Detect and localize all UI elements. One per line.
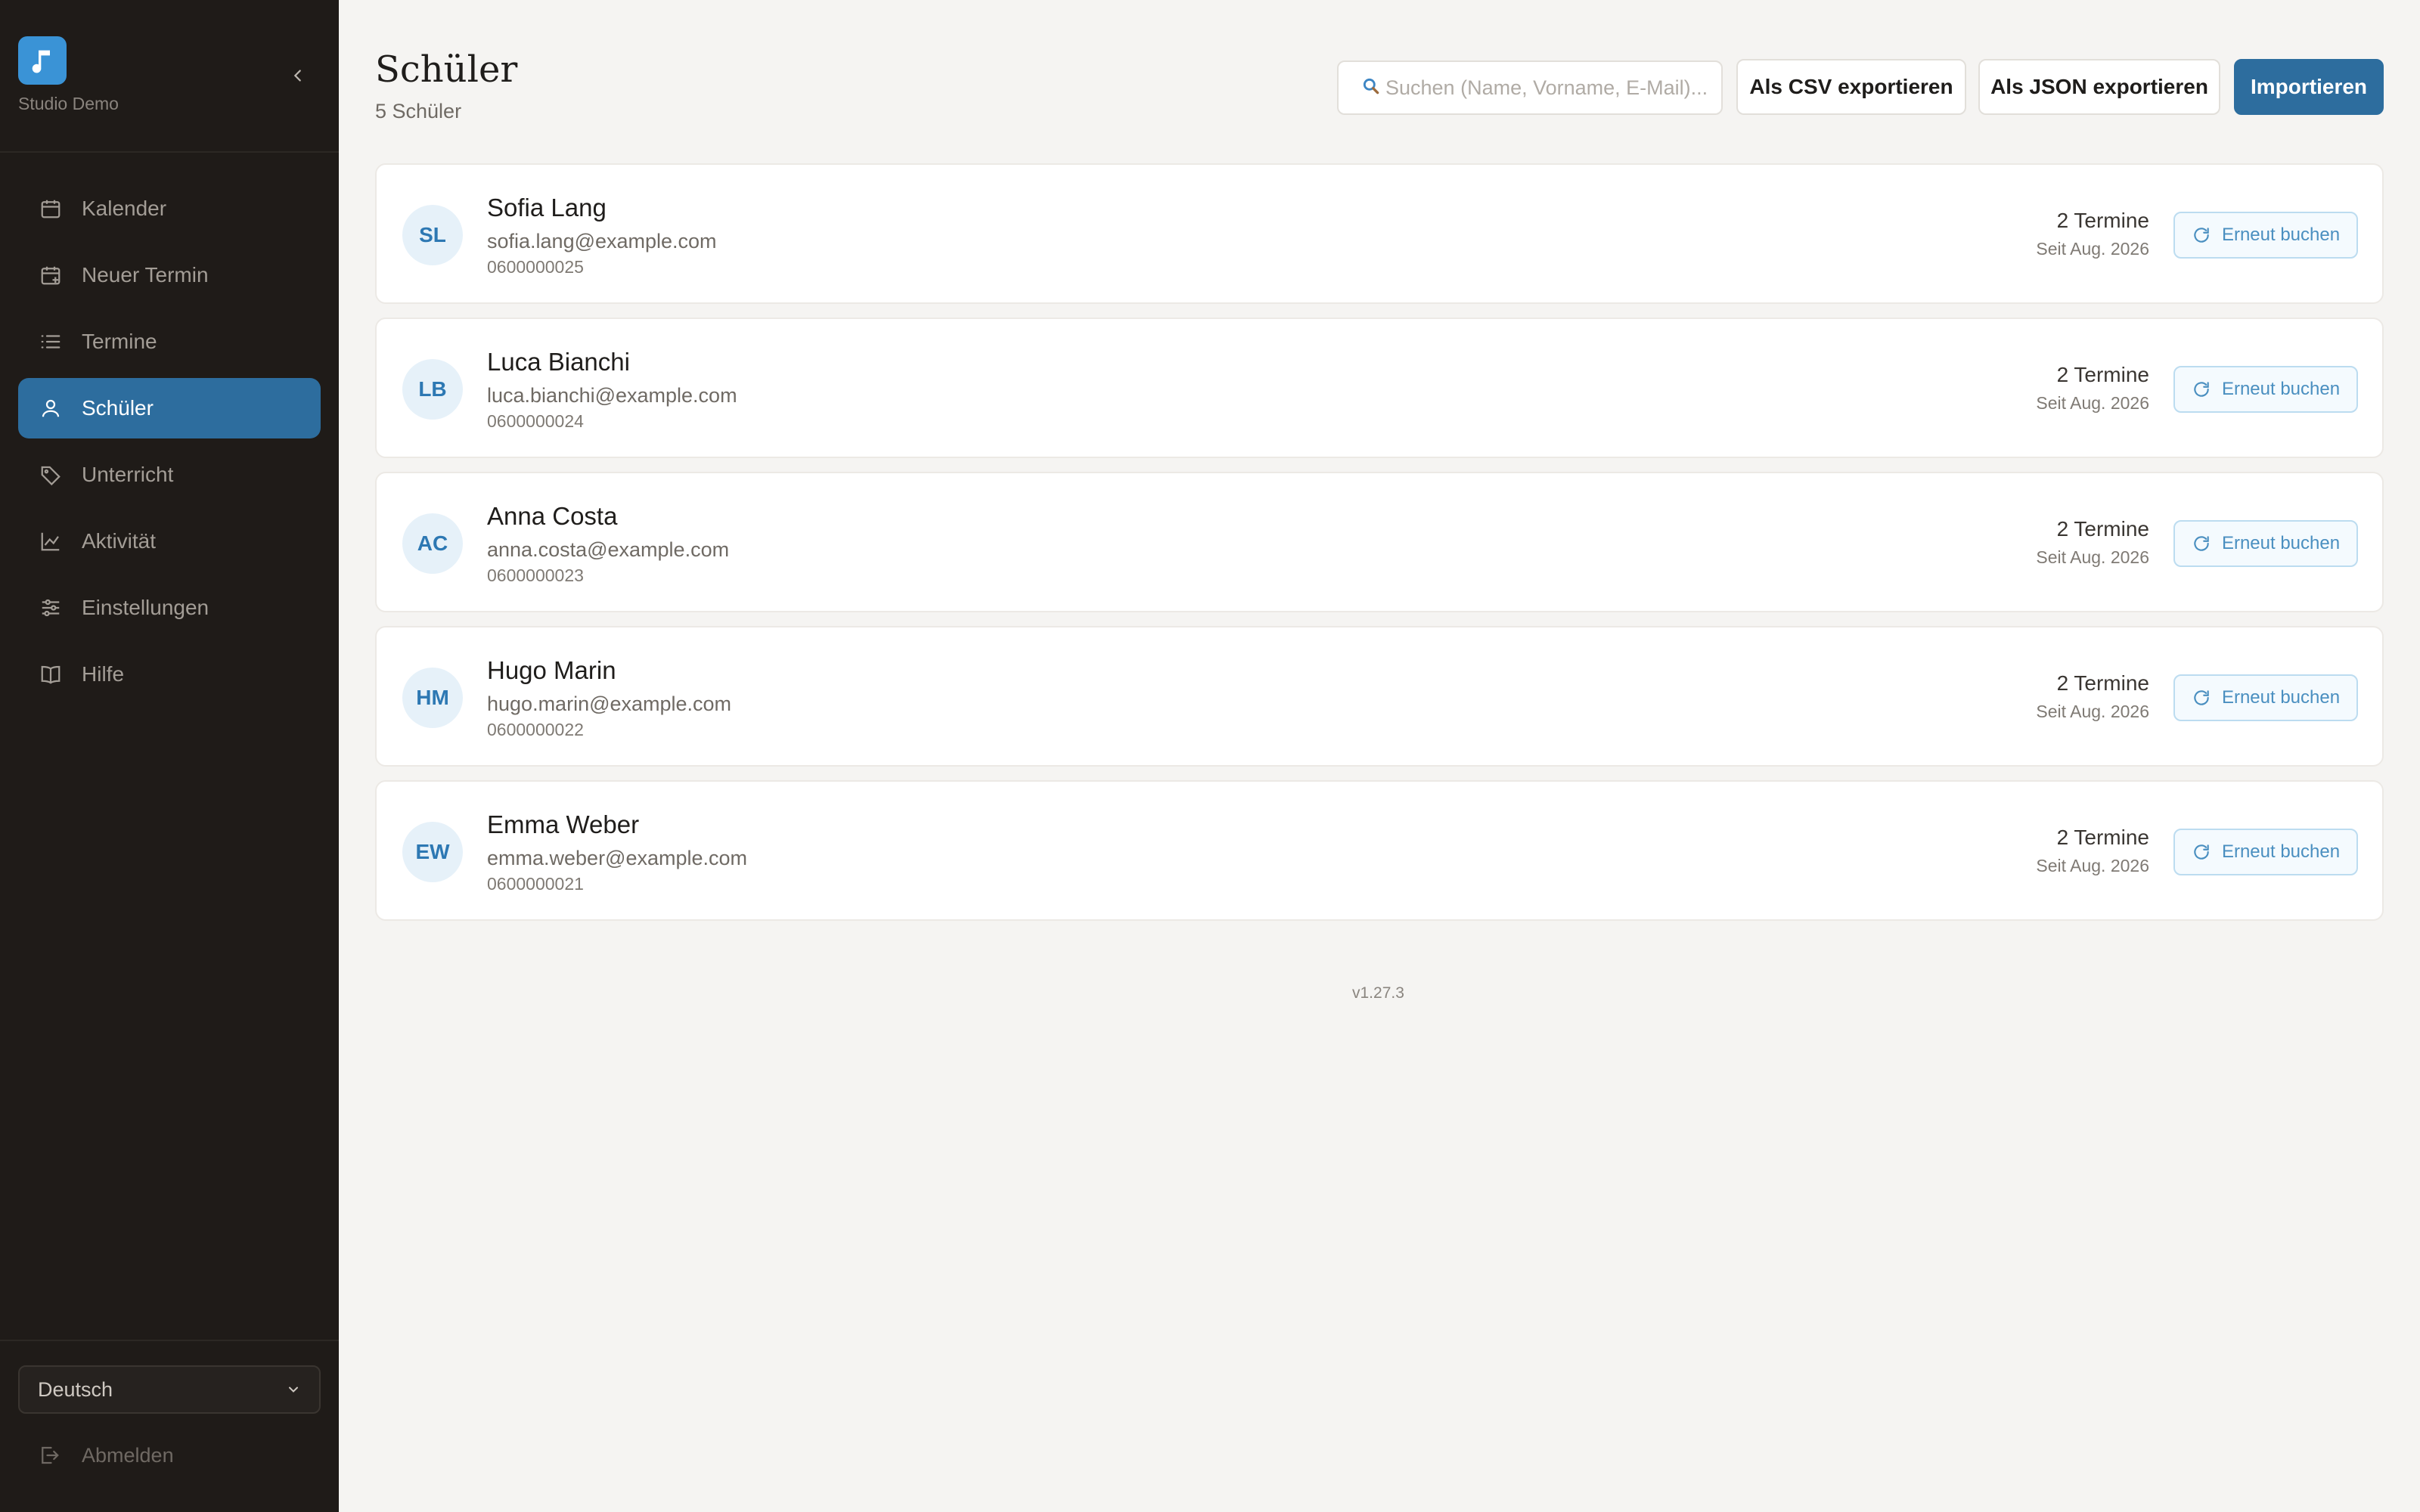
list-item[interactable]: EW Emma Weber emma.weber@example.com 060…: [375, 780, 2384, 921]
member-since: Seit Aug. 2026: [2036, 393, 2149, 413]
rebook-button[interactable]: Erneut buchen: [2173, 674, 2358, 721]
sliders-icon: [38, 595, 64, 621]
sidebar-item-hilfe[interactable]: Hilfe: [18, 644, 321, 705]
student-name: Luca Bianchi: [487, 348, 630, 376]
rebook-label: Erneut buchen: [2221, 225, 2341, 245]
rebook-button[interactable]: Erneut buchen: [2173, 829, 2358, 875]
refresh-icon: [2192, 534, 2211, 553]
list-item[interactable]: SL Sofia Lang sofia.lang@example.com 060…: [375, 163, 2384, 304]
export-json-button[interactable]: Als JSON exportieren: [1978, 59, 2220, 115]
sidebar-item-schueler[interactable]: Schüler: [18, 378, 321, 438]
sidebar-item-label: Neuer Termin: [82, 263, 209, 287]
student-phone: 0600000023: [487, 565, 584, 585]
user-icon: [38, 395, 64, 421]
list-item[interactable]: AC Anna Costa anna.costa@example.com 060…: [375, 472, 2384, 612]
sidebar-item-label: Aktivität: [82, 529, 157, 553]
avatar: LB: [402, 359, 463, 420]
search-input[interactable]: [1385, 76, 1718, 100]
rebook-button[interactable]: Erneut buchen: [2173, 366, 2358, 413]
avatar: HM: [402, 668, 463, 728]
appointment-count: 2 Termine: [2056, 363, 2149, 386]
sidebar-nav: Kalender Neuer Termin Termine Schüler Un…: [18, 178, 321, 711]
sidebar-item-aktivitaet[interactable]: Aktivität: [18, 511, 321, 572]
list-icon: [38, 329, 64, 355]
sidebar-item-label: Schüler: [82, 396, 154, 420]
student-phone: 0600000021: [487, 874, 584, 894]
brand: Studio Demo: [18, 36, 119, 114]
import-button[interactable]: Importieren: [2234, 59, 2384, 115]
student-email: sofia.lang@example.com: [487, 230, 717, 253]
rebook-label: Erneut buchen: [2221, 841, 2341, 862]
student-name: Sofia Lang: [487, 194, 607, 222]
refresh-icon: [2192, 225, 2211, 245]
appointment-count: 2 Termine: [2056, 517, 2149, 541]
member-since: Seit Aug. 2026: [2036, 702, 2149, 721]
page-title: Schüler: [375, 48, 518, 91]
sidebar-item-unterricht[interactable]: Unterricht: [18, 445, 321, 505]
student-name: Emma Weber: [487, 810, 640, 838]
student-list: SL Sofia Lang sofia.lang@example.com 060…: [375, 163, 2384, 934]
sidebar-item-label: Einstellungen: [82, 596, 209, 619]
avatar: AC: [402, 513, 463, 574]
rebook-label: Erneut buchen: [2221, 379, 2341, 399]
search-icon: [1361, 76, 1381, 100]
sidebar-item-label: Hilfe: [82, 662, 125, 686]
chart-line-icon: [38, 528, 64, 554]
student-phone: 0600000024: [487, 411, 584, 431]
sidebar-divider: [0, 151, 339, 153]
refresh-icon: [2192, 688, 2211, 708]
sidebar-divider: [0, 1340, 339, 1341]
refresh-icon: [2192, 842, 2211, 862]
sidebar-item-label: Termine: [82, 330, 157, 353]
student-email: emma.weber@example.com: [487, 847, 748, 869]
member-since: Seit Aug. 2026: [2036, 239, 2149, 259]
sidebar-item-einstellungen[interactable]: Einstellungen: [18, 578, 321, 638]
list-item[interactable]: LB Luca Bianchi luca.bianchi@example.com…: [375, 318, 2384, 458]
calendar-plus-icon: [38, 262, 64, 288]
tag-icon: [38, 462, 64, 488]
student-name: Anna Costa: [487, 502, 618, 530]
collapse-sidebar-button[interactable]: [284, 62, 312, 89]
avatar: EW: [402, 822, 463, 882]
student-phone: 0600000025: [487, 257, 584, 277]
sidebar-item-termine[interactable]: Termine: [18, 311, 321, 372]
student-email: luca.bianchi@example.com: [487, 384, 737, 407]
rebook-button[interactable]: Erneut buchen: [2173, 520, 2358, 567]
app-version: v1.27.3: [1352, 984, 1404, 1002]
appointment-count: 2 Termine: [2056, 209, 2149, 232]
list-item[interactable]: HM Hugo Marin hugo.marin@example.com 060…: [375, 626, 2384, 767]
language-select-value: Deutsch: [38, 1377, 113, 1401]
language-select[interactable]: Deutsch: [18, 1365, 321, 1414]
student-count: 5 Schüler: [375, 100, 462, 122]
rebook-label: Erneut buchen: [2221, 687, 2341, 708]
appointment-count: 2 Termine: [2056, 671, 2149, 695]
sidebar-item-label: Kalender: [82, 197, 167, 220]
logout-label: Abmelden: [82, 1443, 174, 1467]
calendar-icon: [38, 196, 64, 222]
logout-icon: [38, 1442, 64, 1468]
music-note-icon[interactable]: [18, 36, 67, 85]
student-name: Hugo Marin: [487, 656, 616, 684]
sidebar-item-label: Unterricht: [82, 463, 174, 486]
rebook-label: Erneut buchen: [2221, 533, 2341, 553]
student-email: anna.costa@example.com: [487, 538, 730, 561]
avatar: SL: [402, 205, 463, 265]
brand-name: Studio Demo: [18, 94, 119, 113]
chevron-down-icon: [289, 1387, 298, 1393]
student-phone: 0600000022: [487, 720, 584, 739]
chevron-left-icon: [293, 70, 301, 82]
student-email: hugo.marin@example.com: [487, 692, 732, 715]
search-box[interactable]: [1337, 60, 1723, 115]
export-csv-button[interactable]: Als CSV exportieren: [1736, 59, 1966, 115]
refresh-icon: [2192, 380, 2211, 399]
sidebar-item-neuer-termin[interactable]: Neuer Termin: [18, 245, 321, 305]
appointment-count: 2 Termine: [2056, 826, 2149, 849]
sidebar-item-kalender[interactable]: Kalender: [18, 178, 321, 239]
logout-button[interactable]: Abmelden: [38, 1442, 174, 1468]
member-since: Seit Aug. 2026: [2036, 856, 2149, 875]
rebook-button[interactable]: Erneut buchen: [2173, 212, 2358, 259]
book-icon: [38, 662, 64, 687]
sidebar: Studio Demo Kalender Neuer Termin Termin…: [0, 0, 339, 1512]
member-since: Seit Aug. 2026: [2036, 547, 2149, 567]
